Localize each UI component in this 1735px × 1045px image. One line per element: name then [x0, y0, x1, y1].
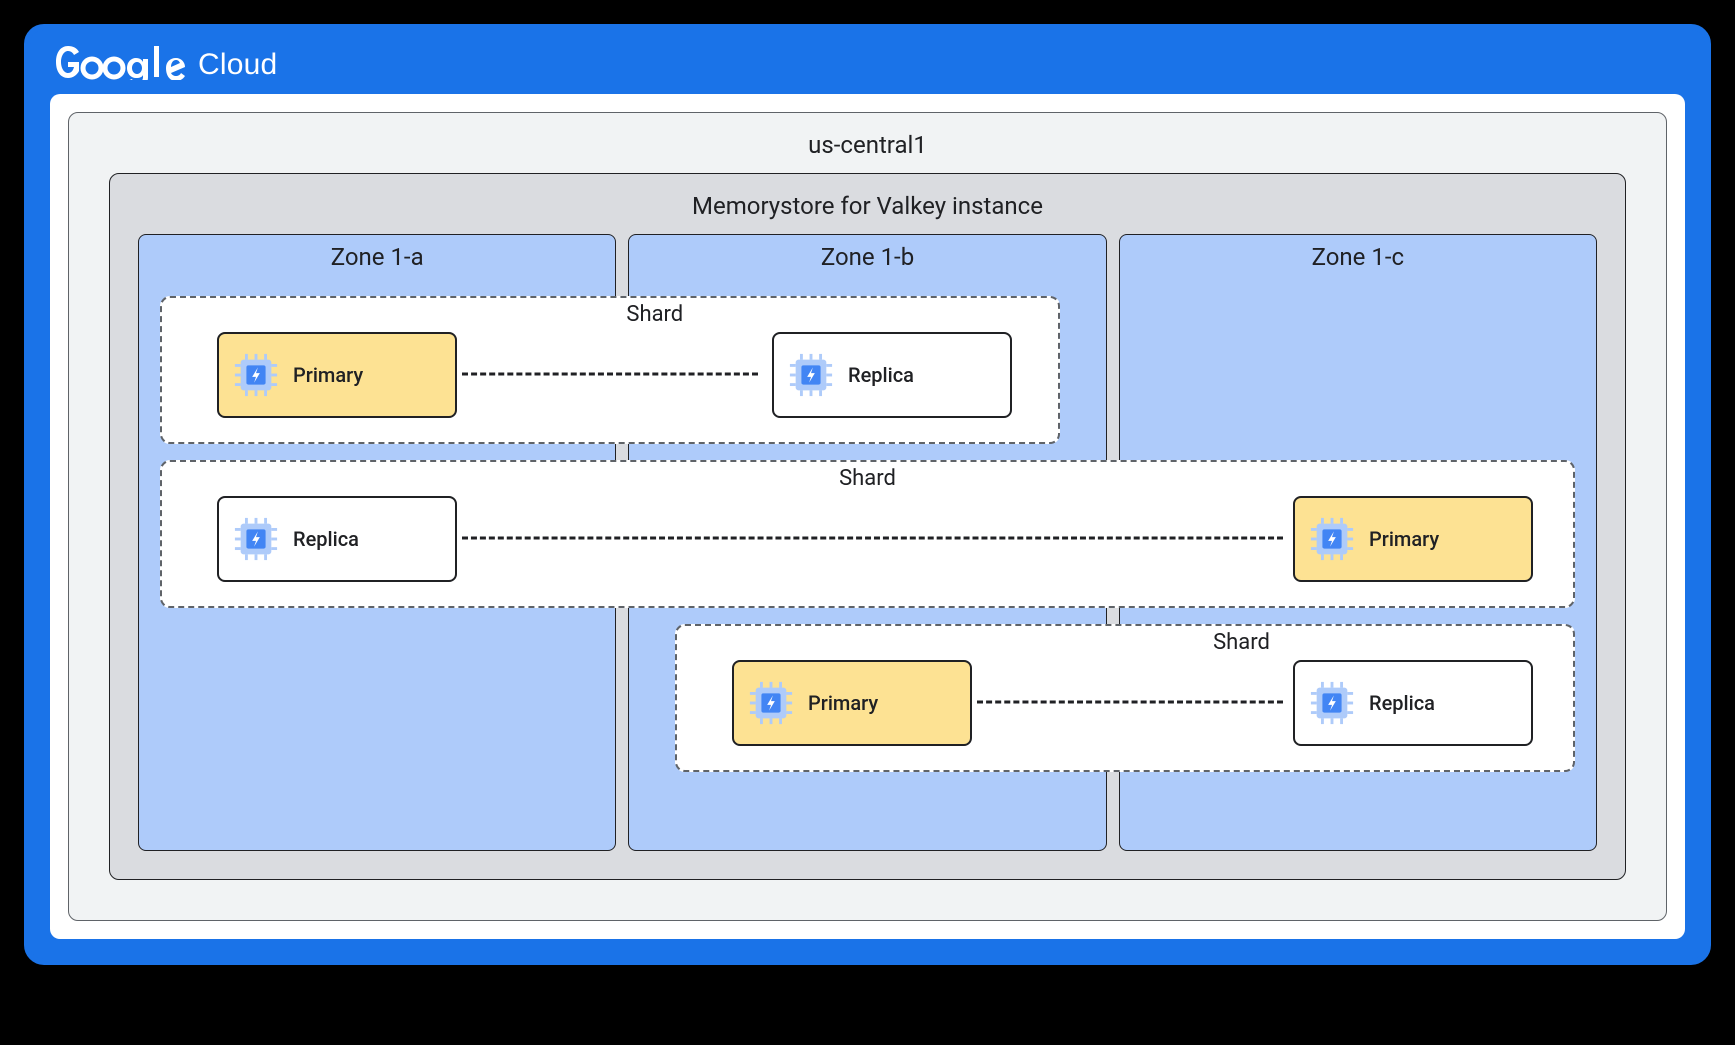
zone-1c-title: Zone 1-c — [1120, 235, 1596, 271]
shard-1-primary-label: Primary — [293, 363, 363, 387]
diagram-stage: Cloud us-central1 Memorystore for Valkey… — [0, 0, 1735, 1045]
memorystore-icon — [1309, 680, 1355, 726]
svg-text:Cloud: Cloud — [198, 48, 277, 80]
zone-1b-title: Zone 1-b — [629, 235, 1105, 271]
zone-1a-title: Zone 1-a — [139, 235, 615, 271]
shard-3-title: Shard — [1213, 630, 1270, 655]
shard-1-replica-label: Replica — [848, 363, 914, 387]
memorystore-icon — [788, 352, 834, 398]
memorystore-icon — [233, 352, 279, 398]
shard-3-primary-node: Primary — [732, 660, 972, 746]
shard-2-title: Shard — [839, 466, 896, 491]
shard-3: Shard — [675, 624, 1575, 772]
zones-row: Zone 1-a Zone 1-b Zone 1-c Shard — [138, 234, 1597, 851]
shard-1: Shard — [160, 296, 1060, 444]
google-cloud-logo-icon: Cloud — [54, 44, 284, 80]
region-title: us-central1 — [109, 125, 1626, 173]
shard-1-title: Shard — [626, 302, 683, 327]
region-frame: us-central1 Memorystore for Valkey insta… — [68, 112, 1667, 921]
shard-3-primary-label: Primary — [808, 691, 878, 715]
shard-3-connector — [977, 701, 1283, 704]
memorystore-icon — [233, 516, 279, 562]
shard-2-primary-node: Primary — [1293, 496, 1533, 582]
white-outer-frame: us-central1 Memorystore for Valkey insta… — [50, 94, 1685, 939]
google-cloud-frame: Cloud us-central1 Memorystore for Valkey… — [24, 24, 1711, 965]
shard-1-primary-node: Primary — [217, 332, 457, 418]
shard-2-replica-label: Replica — [293, 527, 359, 551]
memorystore-icon — [1309, 516, 1355, 562]
shard-2-replica-node: Replica — [217, 496, 457, 582]
shard-1-connector — [462, 373, 758, 376]
brand-logo: Cloud — [30, 30, 1705, 94]
shard-2-connector — [462, 537, 1283, 540]
shard-2-primary-label: Primary — [1369, 527, 1439, 551]
shard-3-replica-label: Replica — [1369, 691, 1435, 715]
instance-frame: Memorystore for Valkey instance Zone 1-a… — [109, 173, 1626, 880]
instance-title: Memorystore for Valkey instance — [138, 186, 1597, 234]
memorystore-icon — [748, 680, 794, 726]
shard-1-replica-node: Replica — [772, 332, 1012, 418]
shard-3-replica-node: Replica — [1293, 660, 1533, 746]
shard-2: Shard — [160, 460, 1575, 608]
